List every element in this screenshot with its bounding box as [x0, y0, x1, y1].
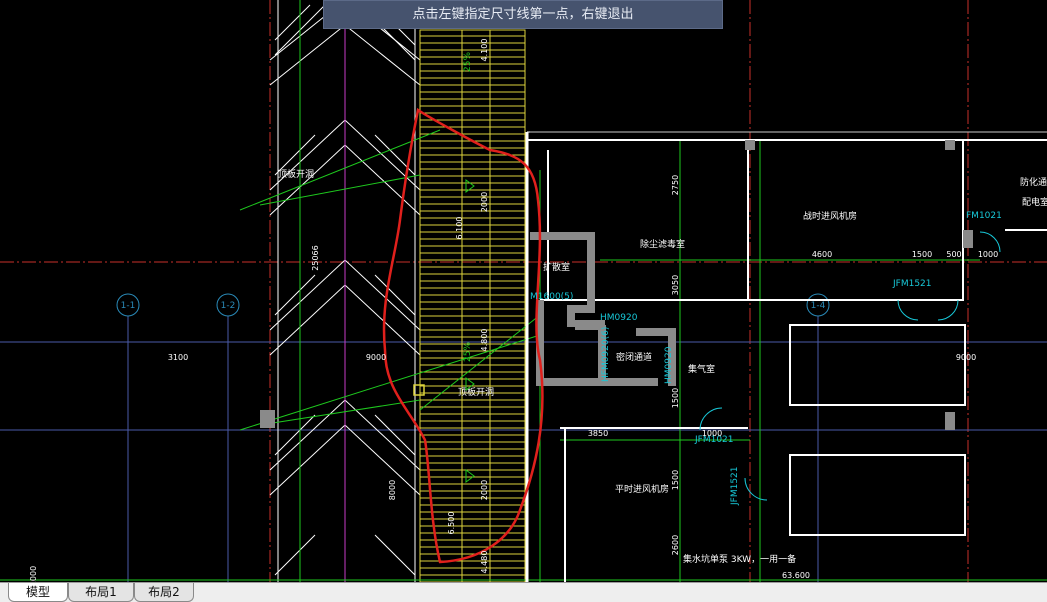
dim-3100: 3100 [168, 353, 188, 362]
dim-1500-a: 1500 [912, 250, 932, 259]
dim-4600: 4600 [812, 250, 832, 259]
slope-25-a: 25% [463, 52, 473, 72]
tab-layout2[interactable]: 布局2 [134, 583, 194, 602]
dim-2600: 2600 [671, 535, 680, 555]
label-room-zhanshi: 战时进风机房 [803, 210, 857, 222]
label-room-jiqi: 集气室 [688, 363, 715, 375]
dim-6100: 6.100 [455, 217, 464, 240]
dim-4100: 4.100 [480, 39, 489, 62]
label-room-peidian: 配电室 [1022, 196, 1047, 208]
layout-tab-bar: 模型 布局1 布局2 [0, 582, 1047, 602]
tab-model[interactable]: 模型 [8, 583, 68, 602]
dim-1000-a: 1000 [978, 250, 998, 259]
dim-4800: 4.800 [480, 329, 489, 352]
dim-1000-c: 1000 [29, 566, 38, 582]
dim-2000-b: 2000 [480, 480, 489, 500]
tag-m1600: M1600(5) [530, 292, 573, 302]
slope-25-b: 25% [463, 342, 473, 362]
dim-2750: 2750 [671, 175, 680, 195]
label-dinghao-kaidong-1: 顶板开洞 [278, 168, 314, 180]
dim-8000: 8000 [388, 480, 397, 500]
tag-hm0920: HM0920 [600, 313, 638, 323]
tab-layout1[interactable]: 布局1 [68, 583, 134, 602]
label-dinghao-kaidong-2: 顶板开洞 [458, 386, 494, 398]
tag-jfm1521-2: JFM1521 [730, 466, 740, 506]
dim-4480: 4.480 [480, 551, 489, 574]
command-prompt-tooltip: 点击左键指定尺寸线第一点，右键退出 [323, 0, 723, 29]
label-room-mibi: 密闭通道 [616, 351, 652, 363]
tag-hfm0920: HFM0920(6) [601, 327, 611, 382]
dim-3050: 3050 [671, 275, 680, 295]
label-room-chuchen: 除尘滤毒室 [640, 238, 685, 250]
tag-fm1021: FM1021 [966, 211, 1002, 221]
dim-9000-a: 9000 [366, 353, 386, 362]
label-room-fanghua: 防化通 [1020, 176, 1047, 188]
dim-3850: 3850 [588, 429, 608, 438]
dim-2000-a: 2000 [480, 192, 489, 212]
dim-1000-b: 1000 [702, 429, 722, 438]
cad-drawing-canvas[interactable]: 1-1 1-2 1-4 顶板开洞 顶板开洞 防化通 配电室 战时进风机房 除尘滤… [0, 0, 1047, 582]
dim-63600: 63.600 [782, 571, 810, 580]
dim-500: 500 [946, 250, 961, 259]
dim-9000-b: 9000 [956, 353, 976, 362]
label-room-kuosan: 扩散室 [543, 261, 570, 273]
dim-1500-b: 1500 [671, 388, 680, 408]
label-room-jishuikeng: 集水坑单泵 3KW，一用一备 [683, 553, 796, 565]
axis-label-1-4: 1-4 [811, 301, 826, 311]
axis-label-1-1: 1-1 [121, 301, 136, 311]
dim-6500: 6.500 [447, 512, 456, 535]
axis-label-1-2: 1-2 [221, 301, 236, 311]
dim-25066: 25066 [311, 245, 320, 270]
tag-jfm1521-1: JFM1521 [892, 279, 932, 289]
dim-1500-c: 1500 [671, 470, 680, 490]
tag-hm0920-b: HM0920 [664, 346, 674, 384]
label-room-pingshi: 平时进风机房 [615, 483, 669, 495]
